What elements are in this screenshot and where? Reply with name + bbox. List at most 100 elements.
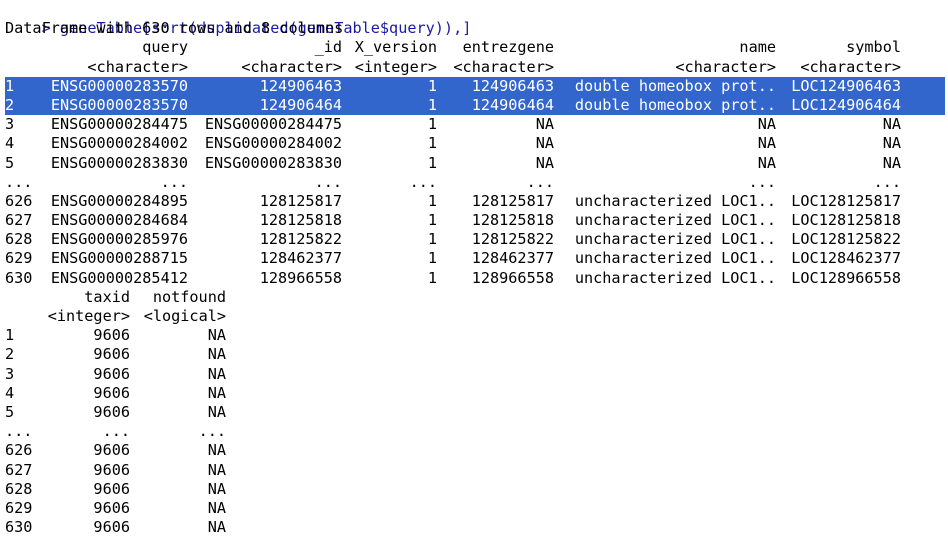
row-name: 5: [5, 153, 15, 172]
table-cell: ...: [160, 172, 188, 191]
table-row[interactable]: .........: [5, 422, 945, 441]
table-cell: ...: [102, 422, 130, 441]
table-cell: NA: [882, 115, 901, 134]
dataframe-block-1: query _id X_version entrezgene name symbol <c…: [5, 38, 945, 287]
table-cell: uncharacterized LOC1..: [574, 268, 776, 287]
column-type: <character>: [87, 57, 188, 76]
column-header: X_version: [354, 38, 437, 57]
table-cell: NA: [207, 498, 226, 517]
table-cell: LOC124906464: [791, 95, 901, 114]
table-cell: 128125818: [471, 211, 554, 230]
table-cell: 9606: [93, 383, 130, 402]
table-cell: ENSG00000288715: [50, 249, 188, 268]
table-cell: NA: [535, 134, 554, 153]
row-name: 3: [5, 364, 15, 383]
table-cell: NA: [207, 345, 226, 364]
column-type-row: <character> <character> <integer> <characte…: [5, 58, 945, 77]
table-cell: uncharacterized LOC1..: [574, 249, 776, 268]
table-cell: LOC128966558: [791, 268, 901, 287]
row-name: 628: [5, 479, 33, 498]
table-cell: NA: [207, 460, 226, 479]
table-cell: ENSG00000285412: [50, 268, 188, 287]
table-row[interactable]: 630 ENSG00000285412 128966558 1 128966558 unc…: [5, 269, 945, 288]
table-row[interactable]: 628 ENSG00000285976 128125822 1 128125822 unc…: [5, 230, 945, 249]
table-cell: NA: [757, 115, 776, 134]
column-header: query: [142, 38, 188, 57]
table-cell: ...: [873, 172, 901, 191]
column-header: _id: [314, 38, 342, 57]
table-cell: 124906463: [471, 76, 554, 95]
table-row[interactable]: 628 9606 NA: [5, 480, 945, 499]
dataframe-rows: 1 ENSG00000283570 124906463 1 124906463 doubl…: [5, 76, 945, 288]
table-row[interactable]: 629 ENSG00000288715 128462377 1 128462377 unc…: [5, 249, 945, 268]
table-row[interactable]: 630 9606 NA: [5, 518, 945, 537]
row-name: 5: [5, 402, 15, 421]
table-row-selected[interactable]: 1 ENSG00000283570 124906463 1 124906463 doubl…: [5, 76, 945, 96]
table-cell: NA: [757, 153, 776, 172]
table-row[interactable]: 626 ENSG00000284895 128125817 1 128125817 unc…: [5, 192, 945, 211]
row-name: 3: [5, 115, 15, 134]
table-row[interactable]: .....................: [5, 173, 945, 192]
table-row[interactable]: 3 9606 NA: [5, 365, 945, 384]
table-cell: NA: [535, 115, 554, 134]
table-cell: LOC128462377: [791, 249, 901, 268]
row-name: 626: [5, 441, 33, 460]
table-row[interactable]: 3 ENSG00000284475 ENSG00000284475 1 NA NA NA: [5, 115, 945, 134]
column-header: symbol: [846, 38, 901, 57]
table-cell: 1: [427, 134, 437, 153]
table-cell: 128125818: [259, 211, 342, 230]
table-cell: 1: [427, 115, 437, 134]
table-cell: 128125817: [259, 191, 342, 210]
table-cell: 9606: [93, 364, 130, 383]
table-row[interactable]: 5 9606 NA: [5, 403, 945, 422]
table-cell: NA: [207, 383, 226, 402]
column-type: <integer>: [47, 307, 130, 325]
table-cell: ENSG00000284002: [204, 134, 342, 153]
table-cell: 128125822: [471, 230, 554, 249]
table-cell: NA: [207, 326, 226, 345]
table-cell: uncharacterized LOC1..: [574, 230, 776, 249]
row-name: ...: [5, 172, 33, 191]
row-name: ...: [5, 422, 33, 441]
dataframe-block-2: taxid notfound <integer> <logical> 1 9606 NA…: [5, 288, 945, 537]
table-cell: NA: [882, 134, 901, 153]
table-cell: NA: [207, 441, 226, 460]
table-row[interactable]: 627 ENSG00000284684 128125818 1 128125818 unc…: [5, 211, 945, 230]
column-type: <character>: [675, 57, 776, 76]
column-type-row: <integer> <logical>: [5, 307, 945, 326]
table-cell: 124906464: [471, 95, 554, 114]
table-row[interactable]: 4 9606 NA: [5, 384, 945, 403]
table-cell: 128125822: [259, 230, 342, 249]
table-cell: 124906464: [259, 95, 342, 114]
table-cell: ENSG00000284475: [204, 115, 342, 134]
table-row-selected[interactable]: 2 ENSG00000283570 124906464 1 124906464 doubl…: [5, 95, 945, 116]
table-cell: ...: [198, 422, 226, 441]
row-name: 4: [5, 134, 15, 153]
dataframe-summary: DataFrame with 630 rows and 8 columns: [5, 19, 344, 38]
r-console-output[interactable]: > geneTable[sort(duplicated(geneTable$qu…: [5, 0, 945, 537]
table-cell: LOC128125818: [791, 211, 901, 230]
table-row[interactable]: 626 9606 NA: [5, 441, 945, 460]
table-row[interactable]: 1 9606 NA: [5, 326, 945, 345]
column-type: <character>: [453, 57, 554, 76]
table-row[interactable]: 627 9606 NA: [5, 461, 945, 480]
table-row[interactable]: 5 ENSG00000283830 ENSG00000283830 1 NA NA NA: [5, 154, 945, 173]
table-cell: 128462377: [259, 249, 342, 268]
table-cell: 1: [427, 191, 437, 210]
table-cell: 1: [427, 268, 437, 287]
table-row[interactable]: 4 ENSG00000284002 ENSG00000284002 1 NA NA NA: [5, 134, 945, 153]
table-cell: 124906463: [259, 76, 342, 95]
column-header: name: [739, 38, 776, 57]
table-cell: ...: [409, 172, 437, 191]
row-name: 4: [5, 383, 15, 402]
table-cell: LOC128125822: [791, 230, 901, 249]
table-cell: NA: [757, 134, 776, 153]
table-cell: ENSG00000283830: [50, 153, 188, 172]
table-cell: 9606: [93, 518, 130, 537]
table-cell: 128125817: [471, 191, 554, 210]
table-row[interactable]: 629 9606 NA: [5, 499, 945, 518]
row-name: 629: [5, 249, 33, 268]
row-name: 630: [5, 268, 33, 287]
table-cell: ...: [526, 172, 554, 191]
table-row[interactable]: 2 9606 NA: [5, 345, 945, 364]
